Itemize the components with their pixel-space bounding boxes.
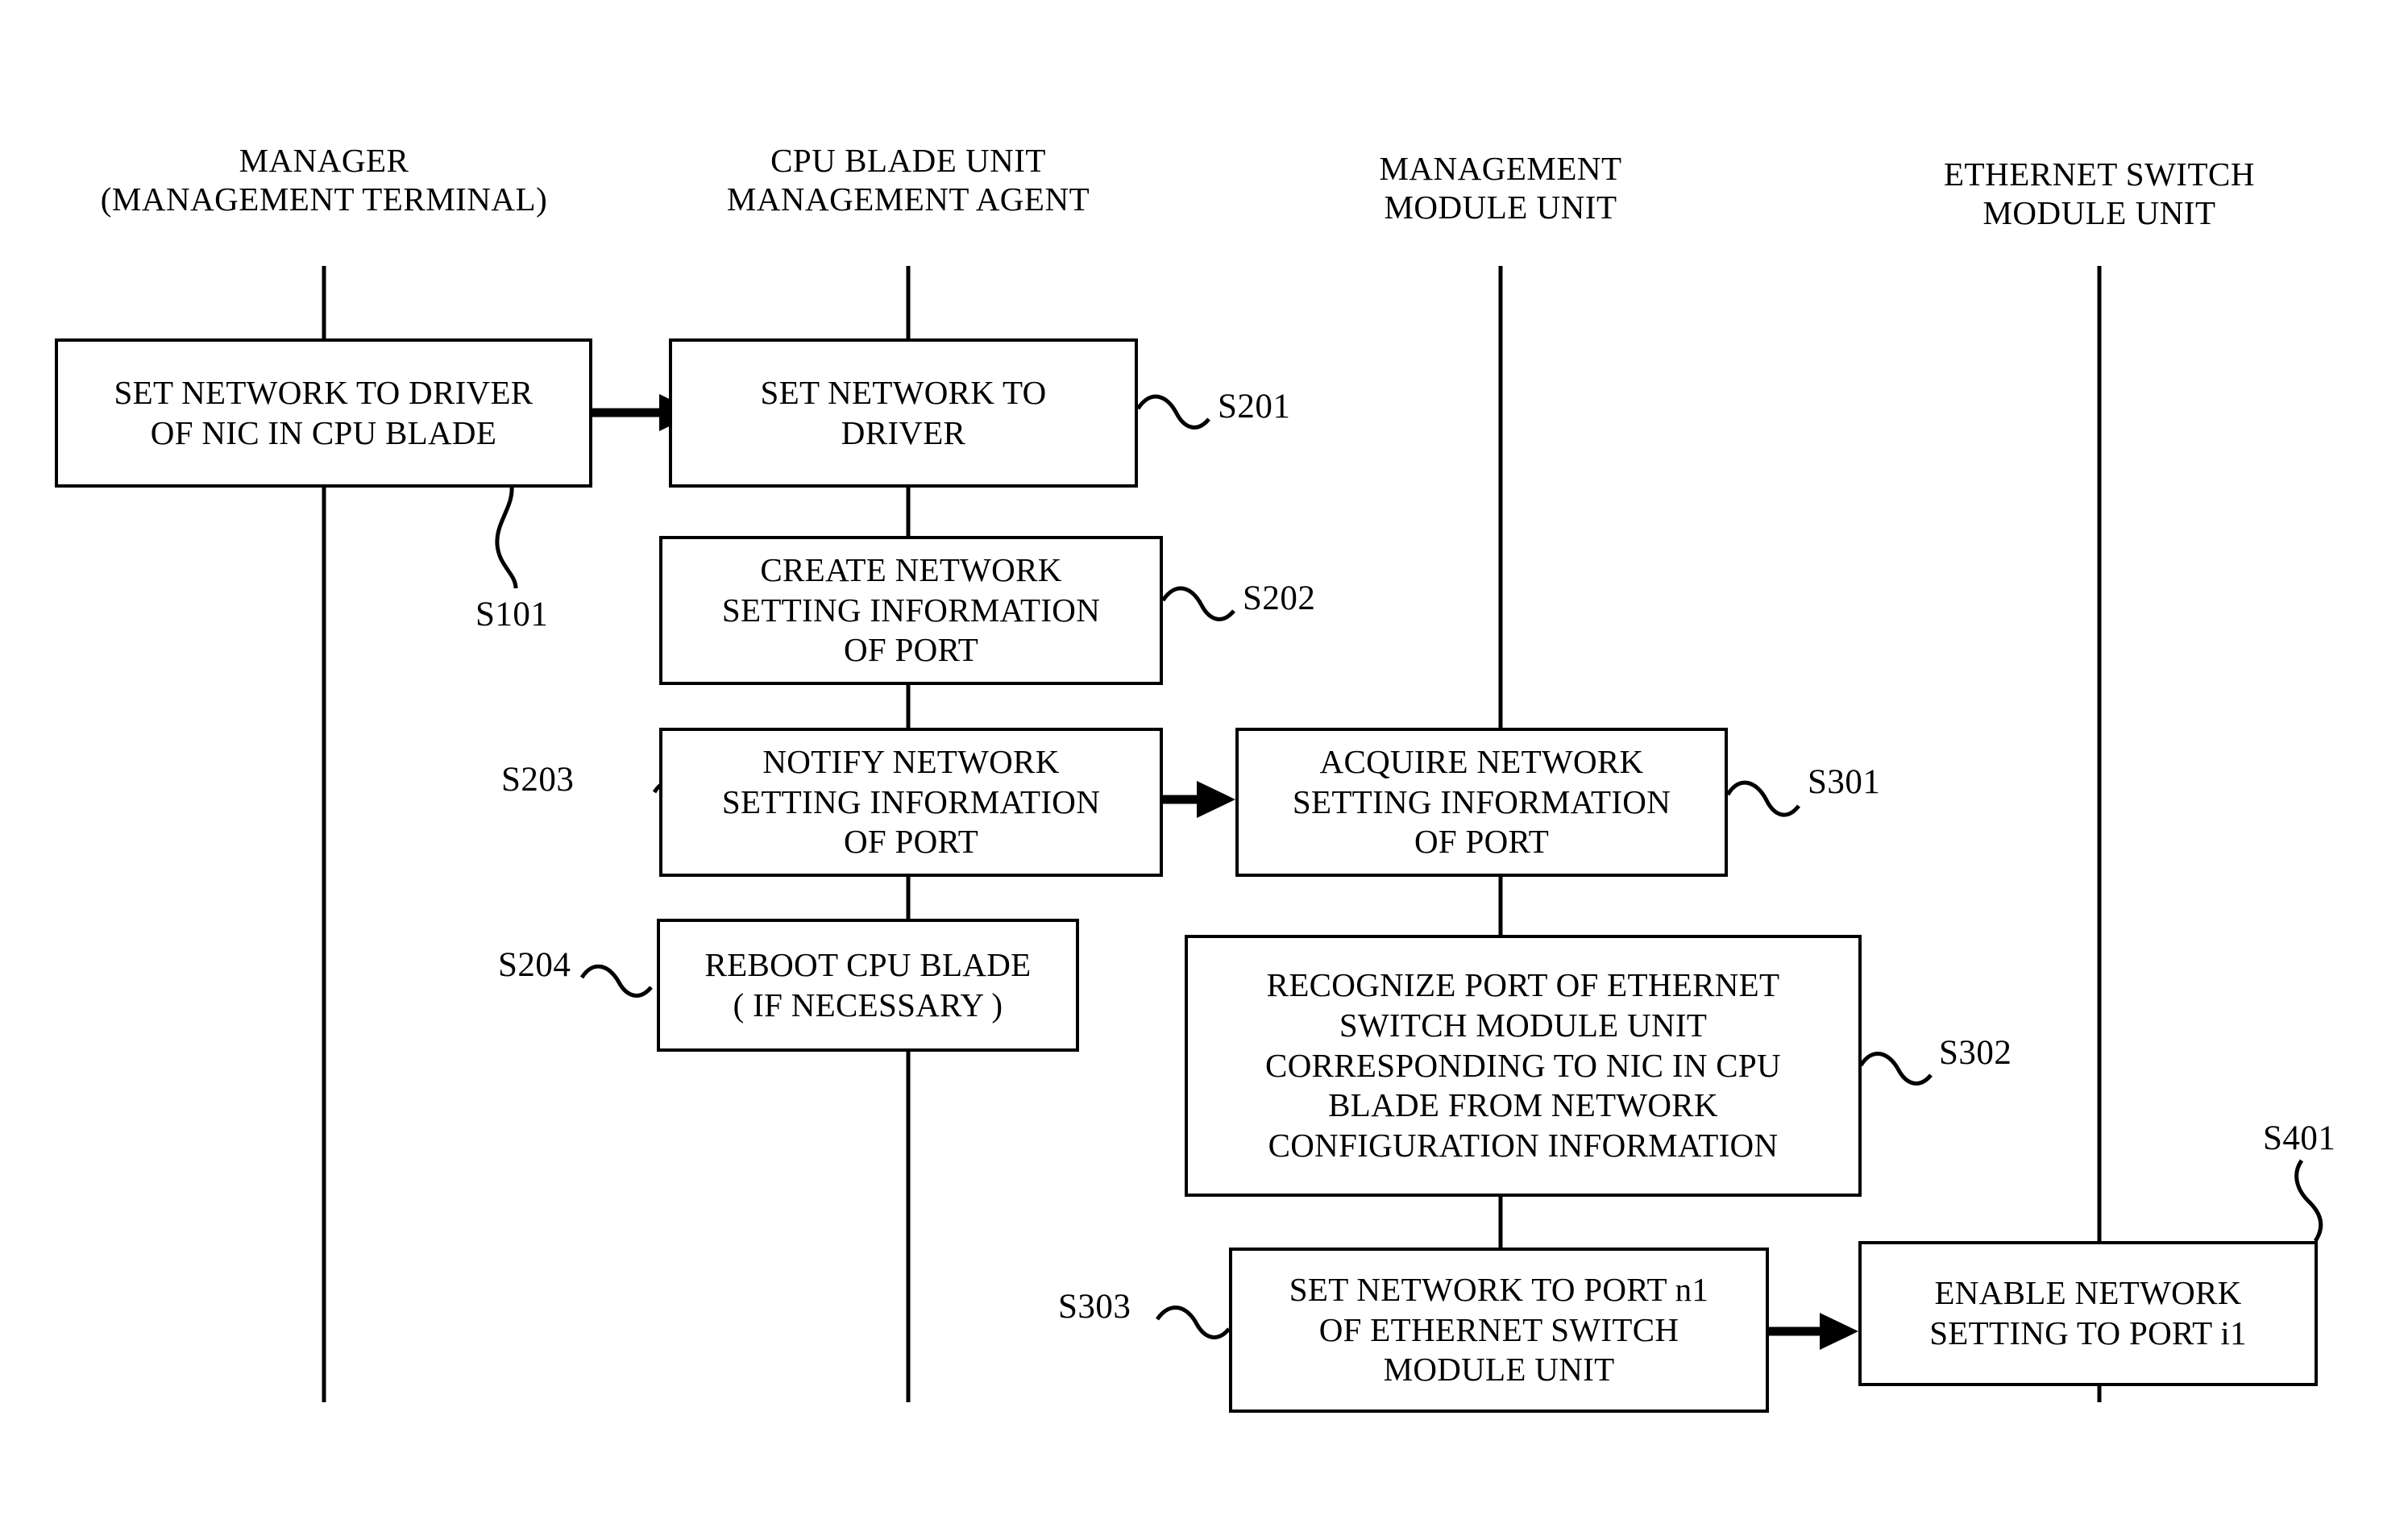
step-label-s101: S101 (475, 596, 549, 633)
node-s303[interactable]: SET NETWORK TO PORT n1 OF ETHERNET SWITC… (1229, 1248, 1769, 1413)
lane-title-management-module: MANAGEMENT MODULE UNIT (1243, 149, 1758, 227)
node-s202-line2: SETTING INFORMATION (721, 591, 1101, 629)
node-s101-line1: SET NETWORK TO DRIVER (114, 373, 533, 411)
lane-title-cpu-blade-agent-line1: CPU BLADE UNIT (770, 142, 1046, 179)
node-s203-line3: OF PORT (843, 823, 979, 861)
step-label-s204: S204 (498, 946, 571, 984)
leader-s204 (579, 964, 653, 998)
leader-s202 (1160, 586, 1235, 621)
node-s401-line1: ENABLE NETWORK (1934, 1274, 2242, 1312)
node-s203-line1: NOTIFY NETWORK (762, 743, 1060, 781)
leader-s201 (1135, 394, 1210, 430)
node-s204-text: REBOOT CPU BLADE ( IF NECESSARY ) (666, 945, 1069, 1025)
node-s204[interactable]: REBOOT CPU BLADE ( IF NECESSARY ) (657, 919, 1079, 1052)
node-s202-line1: CREATE NETWORK (760, 551, 1062, 589)
step-label-s302: S302 (1939, 1034, 2012, 1072)
node-s303-line2: OF ETHERNET SWITCH (1318, 1310, 1679, 1348)
node-s201-text: SET NETWORK TO DRIVER (679, 373, 1128, 453)
node-s302-line1: RECOGNIZE PORT OF ETHERNET (1266, 966, 1780, 1004)
node-s301[interactable]: ACQUIRE NETWORK SETTING INFORMATION OF P… (1235, 728, 1728, 877)
node-s202-line3: OF PORT (843, 631, 979, 669)
lane-title-ethernet-switch-line1: ETHERNET SWITCH (1944, 156, 2255, 193)
lane-title-manager: MANAGER (MANAGEMENT TERMINAL) (66, 141, 582, 219)
step-label-s301: S301 (1808, 763, 1881, 801)
node-s202-text: CREATE NETWORK SETTING INFORMATION OF PO… (669, 550, 1153, 671)
leader-s101 (495, 485, 518, 589)
lane-title-manager-line2: (MANAGEMENT TERMINAL) (100, 181, 548, 218)
node-s201-line1: SET NETWORK TO (760, 373, 1047, 411)
node-s201[interactable]: SET NETWORK TO DRIVER (669, 338, 1138, 488)
node-s401-text: ENABLE NETWORK SETTING TO PORT i1 (1868, 1273, 2308, 1353)
step-label-s303: S303 (1058, 1288, 1131, 1326)
node-s301-text: ACQUIRE NETWORK SETTING INFORMATION OF P… (1245, 742, 1718, 862)
node-s301-line1: ACQUIRE NETWORK (1319, 743, 1644, 781)
node-s204-line2: ( IF NECESSARY ) (733, 986, 1003, 1023)
leader-s302 (1858, 1051, 1933, 1086)
node-s301-line3: OF PORT (1414, 823, 1550, 861)
lane-title-ethernet-switch: ETHERNET SWITCH MODULE UNIT (1841, 155, 2357, 233)
node-s303-text: SET NETWORK TO PORT n1 OF ETHERNET SWITC… (1239, 1270, 1759, 1390)
lane-title-management-module-line1: MANAGEMENT (1379, 150, 1622, 187)
node-s302-text: RECOGNIZE PORT OF ETHERNET SWITCH MODULE… (1194, 965, 1852, 1165)
step-label-s401: S401 (2263, 1119, 2336, 1157)
node-s101[interactable]: SET NETWORK TO DRIVER OF NIC IN CPU BLAD… (55, 338, 592, 488)
node-s204-line1: REBOOT CPU BLADE (704, 945, 1032, 983)
leader-s303 (1155, 1305, 1231, 1339)
node-s203-line2: SETTING INFORMATION (721, 783, 1101, 820)
leader-s301 (1725, 780, 1800, 817)
node-s401-line2: SETTING TO PORT i1 (1929, 1314, 2247, 1351)
arrow-s303-to-s401 (1769, 1313, 1858, 1350)
lane-title-manager-line1: MANAGER (239, 142, 409, 179)
lane-title-ethernet-switch-line2: MODULE UNIT (1982, 194, 2216, 232)
figure-canvas: MANAGER (MANAGEMENT TERMINAL) CPU BLADE … (0, 0, 2408, 1532)
node-s101-line2: OF NIC IN CPU BLADE (150, 413, 497, 451)
node-s302[interactable]: RECOGNIZE PORT OF ETHERNET SWITCH MODULE… (1185, 935, 1862, 1197)
node-s203-text: NOTIFY NETWORK SETTING INFORMATION OF PO… (669, 742, 1153, 862)
node-s302-line3: CORRESPONDING TO NIC IN CPU (1265, 1046, 1781, 1084)
node-s301-line2: SETTING INFORMATION (1292, 783, 1671, 820)
node-s302-line5: CONFIGURATION INFORMATION (1268, 1126, 1779, 1164)
node-s302-line2: SWITCH MODULE UNIT (1339, 1007, 1708, 1044)
lane-title-cpu-blade-agent-line2: MANAGEMENT AGENT (726, 181, 1090, 218)
lane-title-management-module-line2: MODULE UNIT (1384, 189, 1617, 226)
node-s303-line3: MODULE UNIT (1383, 1351, 1615, 1389)
arrow-s203-to-s301 (1163, 781, 1235, 818)
node-s401[interactable]: ENABLE NETWORK SETTING TO PORT i1 (1858, 1241, 2318, 1386)
node-s202[interactable]: CREATE NETWORK SETTING INFORMATION OF PO… (659, 536, 1163, 685)
node-s303-line1: SET NETWORK TO PORT n1 (1289, 1271, 1709, 1309)
node-s203[interactable]: NOTIFY NETWORK SETTING INFORMATION OF PO… (659, 728, 1163, 877)
step-label-s201: S201 (1218, 388, 1291, 426)
step-label-s203: S203 (501, 761, 575, 799)
leader-s401 (2294, 1159, 2323, 1243)
step-label-s202: S202 (1243, 579, 1316, 617)
node-s302-line4: BLADE FROM NETWORK (1328, 1086, 1718, 1124)
node-s201-line2: DRIVER (841, 413, 966, 451)
node-s101-text: SET NETWORK TO DRIVER OF NIC IN CPU BLAD… (64, 373, 583, 453)
lane-title-cpu-blade-agent: CPU BLADE UNIT MANAGEMENT AGENT (650, 141, 1166, 219)
